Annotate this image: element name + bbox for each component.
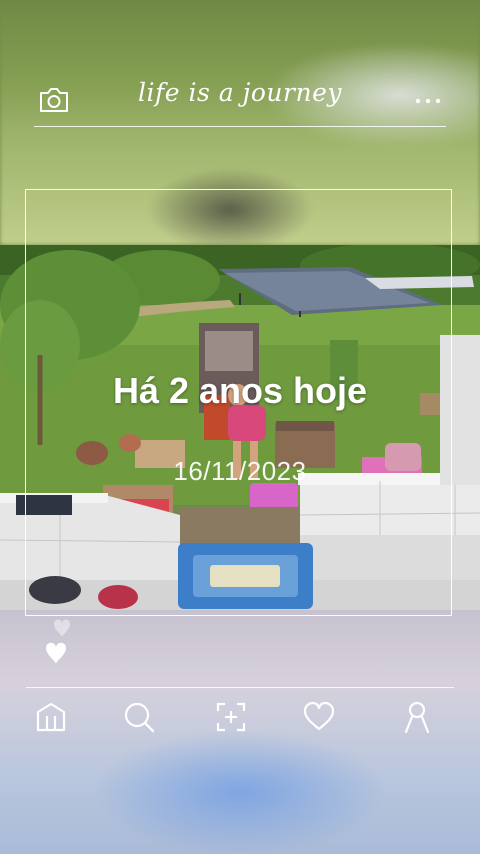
header-divider: [34, 126, 446, 127]
blurred-background-haze: [90, 730, 390, 854]
search-icon[interactable]: [122, 700, 156, 734]
camera-icon[interactable]: [38, 86, 70, 114]
more-icon[interactable]: [414, 96, 442, 106]
heart-like-icon[interactable]: [40, 610, 80, 668]
nav-divider: [26, 687, 454, 688]
app-title: life is a journey: [138, 78, 342, 107]
heart-icon[interactable]: [302, 700, 336, 734]
profile-icon[interactable]: [400, 700, 434, 734]
home-icon[interactable]: [34, 700, 68, 734]
memory-title: Há 2 anos hoje: [112, 370, 368, 411]
scan-add-icon[interactable]: [214, 700, 248, 734]
memory-date: 16/11/2023: [173, 456, 307, 486]
